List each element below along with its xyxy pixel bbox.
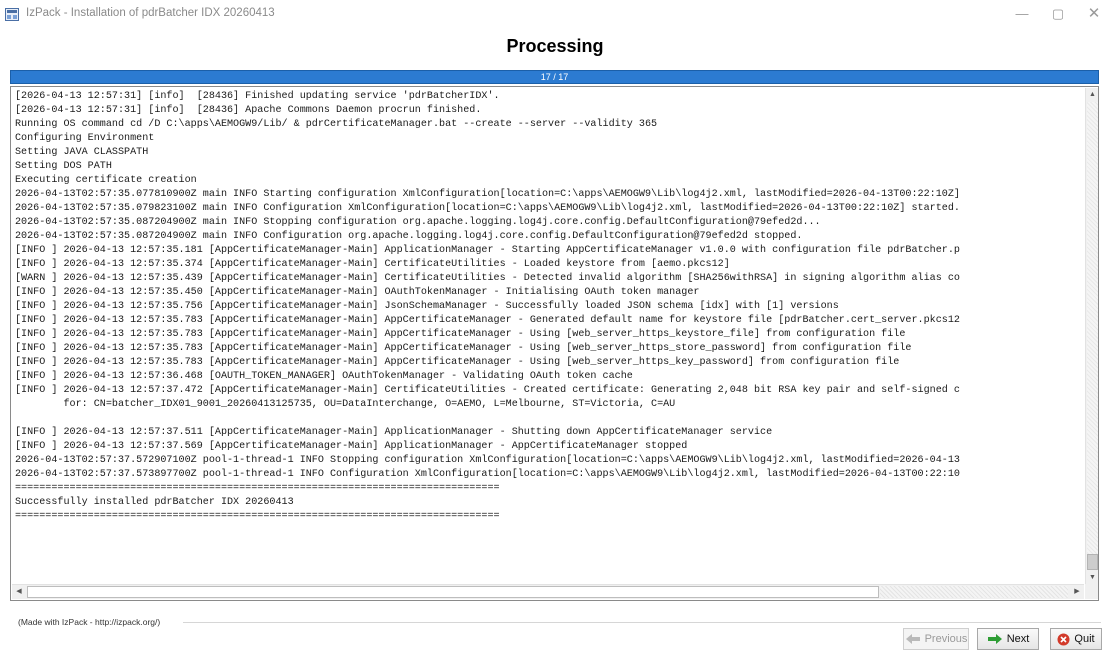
log-line: ========================================… xyxy=(15,511,500,522)
quit-button-label: Quit xyxy=(1074,633,1095,645)
log-line: ========================================… xyxy=(15,483,500,494)
page-title: Processing xyxy=(506,36,604,56)
log-line: [INFO ] 2026-04-13 12:57:35.450 [AppCert… xyxy=(15,287,700,298)
quit-button[interactable]: Quit xyxy=(1050,628,1102,650)
minimize-button[interactable]: — xyxy=(1012,6,1032,22)
next-button[interactable]: Next xyxy=(977,628,1039,650)
log-line: [INFO ] 2026-04-13 12:57:35.783 [AppCert… xyxy=(15,315,960,326)
previous-button-label: Previous xyxy=(924,633,968,645)
arrow-right-icon xyxy=(987,634,1002,644)
log-line: [INFO ] 2026-04-13 12:57:37.511 [AppCert… xyxy=(15,427,773,438)
scroll-up-arrow-icon[interactable]: ▲ xyxy=(1086,88,1099,101)
maximize-button[interactable]: ▢ xyxy=(1048,6,1068,22)
made-with-izpack-label: (Made with IzPack - http://izpack.org/) xyxy=(18,617,161,627)
window-title: IzPack - Installation of pdrBatcher IDX … xyxy=(26,7,275,19)
progress-label: 17 / 17 xyxy=(540,72,569,82)
next-button-label: Next xyxy=(1006,633,1030,645)
log-line: [2026-04-13 12:57:31] [info] [28436] Fin… xyxy=(15,91,500,102)
log-line: [INFO ] 2026-04-13 12:57:37.569 [AppCert… xyxy=(15,441,688,452)
vertical-scroll-thumb[interactable] xyxy=(1087,554,1098,570)
log-line: [INFO ] 2026-04-13 12:57:35.783 [AppCert… xyxy=(15,343,912,354)
scroll-left-arrow-icon[interactable]: ◀ xyxy=(12,585,26,599)
log-line: 2026-04-13T02:57:35.077810900Z main INFO… xyxy=(15,189,960,200)
vertical-scrollbar[interactable]: ▲ ▼ xyxy=(1085,88,1098,584)
log-line: 2026-04-13T02:57:35.079823100Z main INFO… xyxy=(15,203,960,214)
log-line: 2026-04-13T02:57:37.572907100Z pool-1-th… xyxy=(15,455,960,466)
log-line: [INFO ] 2026-04-13 12:57:35.783 [AppCert… xyxy=(15,329,906,340)
footer-divider xyxy=(183,622,1101,623)
scroll-right-arrow-icon[interactable]: ▶ xyxy=(1070,585,1084,599)
log-line: Setting JAVA CLASSPATH xyxy=(15,147,149,158)
horizontal-scroll-track[interactable] xyxy=(880,586,1068,598)
log-line: for: CN=batcher_IDX01_9001_2026041312573… xyxy=(15,399,676,410)
vertical-scroll-track[interactable] xyxy=(1087,102,1098,570)
log-line: [INFO ] 2026-04-13 12:57:36.468 [OAUTH_T… xyxy=(15,371,633,382)
log-output[interactable]: [2026-04-13 12:57:31] [info] [28436] Fin… xyxy=(12,88,1084,584)
horizontal-scrollbar[interactable]: ◀ ▶ xyxy=(12,584,1084,599)
log-line: [INFO ] 2026-04-13 12:57:37.472 [AppCert… xyxy=(15,385,960,396)
close-button[interactable]: ✕ xyxy=(1084,6,1104,22)
log-line: [INFO ] 2026-04-13 12:57:35.783 [AppCert… xyxy=(15,357,900,368)
log-line: Running OS command cd /D C:\apps\AEMOGW9… xyxy=(15,119,658,130)
progress-bar: 17 / 17 xyxy=(10,70,1099,84)
log-line: [INFO ] 2026-04-13 12:57:35.181 [AppCert… xyxy=(15,245,960,256)
log-line: Successfully installed pdrBatcher IDX 20… xyxy=(15,497,294,508)
stop-icon xyxy=(1057,633,1070,645)
log-line: [2026-04-13 12:57:31] [info] [28436] Apa… xyxy=(15,105,482,116)
window-titlebar: IzPack - Installation of pdrBatcher IDX … xyxy=(0,0,1110,30)
log-line: Executing certificate creation xyxy=(15,175,197,186)
previous-button[interactable]: Previous xyxy=(903,628,969,650)
log-line: [INFO ] 2026-04-13 12:57:35.756 [AppCert… xyxy=(15,301,839,312)
log-panel: [2026-04-13 12:57:31] [info] [28436] Fin… xyxy=(10,86,1099,601)
log-line: [INFO ] 2026-04-13 12:57:35.374 [AppCert… xyxy=(15,259,730,270)
log-line: [WARN ] 2026-04-13 12:57:35.439 [AppCert… xyxy=(15,273,960,284)
scrollbar-corner xyxy=(1085,584,1098,599)
log-line: 2026-04-13T02:57:35.087204900Z main INFO… xyxy=(15,217,821,228)
scroll-down-arrow-icon[interactable]: ▼ xyxy=(1086,571,1099,584)
log-line: 2026-04-13T02:57:35.087204900Z main INFO… xyxy=(15,231,803,242)
log-line: Configuring Environment xyxy=(15,133,155,144)
log-line: Setting DOS PATH xyxy=(15,161,112,172)
horizontal-scroll-thumb[interactable] xyxy=(27,586,879,598)
installer-app-icon xyxy=(5,8,19,21)
log-line: 2026-04-13T02:57:37.573897700Z pool-1-th… xyxy=(15,469,960,480)
arrow-left-icon xyxy=(905,634,920,644)
